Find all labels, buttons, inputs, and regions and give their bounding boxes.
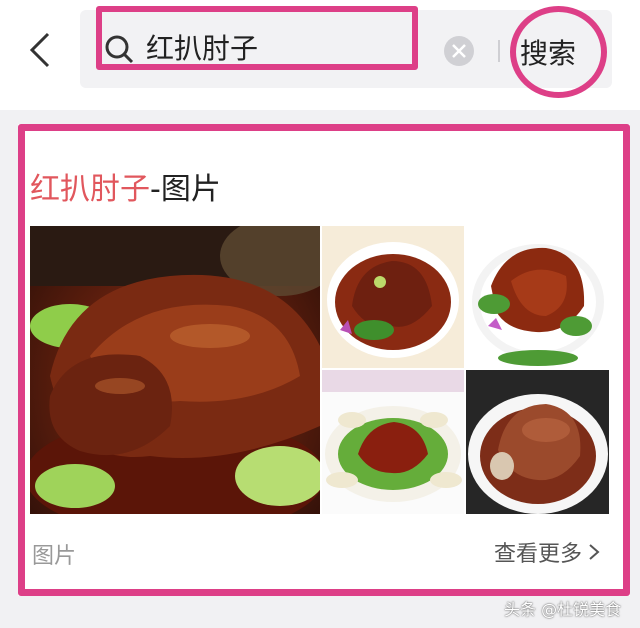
search-divider — [498, 40, 500, 62]
back-button[interactable] — [24, 30, 60, 70]
back-arrow-icon — [29, 32, 50, 68]
highlight-circle-search-button — [510, 6, 607, 98]
highlight-box-search-input — [96, 6, 418, 70]
clear-button[interactable] — [444, 36, 474, 66]
clear-icon — [452, 44, 466, 58]
watermark: 头条 @杜锐美食 — [504, 600, 622, 619]
highlight-box-result-card — [18, 124, 630, 596]
